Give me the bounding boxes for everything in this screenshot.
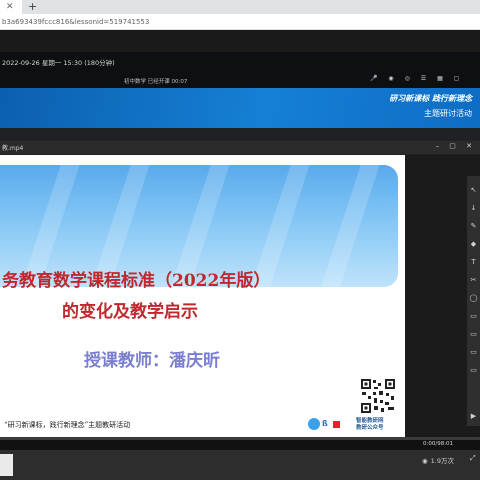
bottom-bar: ◉ 1.9万次 ⤢	[0, 450, 480, 480]
course-status: 初中数学 已经开课 00:07	[124, 79, 188, 85]
browser-tab[interactable]: ✕	[0, 0, 22, 14]
red-square-logo-icon	[333, 421, 340, 428]
pen-tool-icon[interactable]: ✎	[467, 220, 480, 232]
banner-title: 研习新课标 践行新理念	[389, 94, 472, 103]
highlighter-tool-icon[interactable]: ◆	[467, 238, 480, 250]
scissors-tool-icon[interactable]: ✂	[467, 274, 480, 286]
view-count-text: 1.9万次	[430, 457, 455, 465]
page-gap	[0, 30, 480, 52]
slide-logos: ß	[308, 418, 344, 430]
pointer-tool-icon[interactable]: ↖	[467, 184, 480, 196]
player-controls: 0:00/98:01	[0, 440, 480, 450]
browser-tab-strip: ✕ +	[0, 0, 480, 14]
board-tool-icon[interactable]: ▭	[467, 328, 480, 340]
text-tool-icon[interactable]: T	[467, 256, 480, 268]
mic-icon[interactable]: 🎤	[370, 75, 377, 82]
infobar-controls: 🎤 ◉ ◎ ☰ ▦ ▢	[370, 75, 468, 85]
circle-logo-icon	[308, 418, 320, 430]
address-bar[interactable]: b3a693439fccc816&lessonid=519741553	[0, 14, 480, 30]
circle-tool-icon[interactable]: ◯	[467, 292, 480, 304]
light-ray	[314, 165, 384, 287]
chat-icon[interactable]: ◎	[405, 75, 410, 82]
window-controls[interactable]: – ▢ ✕	[436, 142, 476, 150]
slide-footer: “研习新课标，践行新理念”主题教研活动	[4, 421, 131, 429]
video-filename: 教.mp4	[2, 145, 24, 152]
banner-subtitle: 主题研讨活动	[424, 109, 472, 118]
new-tab-button[interactable]: +	[28, 0, 37, 14]
menu-icon[interactable]: ☰	[421, 75, 426, 82]
close-tab-icon[interactable]: ✕	[6, 0, 14, 14]
expand-icon[interactable]: ⤢	[470, 454, 476, 463]
event-banner: 研习新课标 践行新理念 主题研讨活动	[0, 88, 480, 128]
download-tool-icon[interactable]: ↓	[467, 202, 480, 214]
video-title-bar: 教.mp4 – ▢ ✕	[0, 141, 480, 154]
grid-icon[interactable]: ▦	[437, 75, 443, 82]
slide-teacher: 授课教师：潘庆昕	[84, 351, 220, 371]
view-count: ◉ 1.9万次	[422, 455, 454, 465]
qr-caption-line1: 智能教研网	[356, 418, 384, 424]
slide-title-line2: 的变化及教学启示	[62, 302, 198, 322]
eye-icon: ◉	[422, 457, 428, 465]
brand-logo-text: ß	[322, 419, 328, 428]
url-text[interactable]: b3a693439fccc816&lessonid=519741553	[2, 16, 462, 28]
slide-title-line1: 务教育数学课程标准（2022年版）	[2, 271, 271, 291]
qr-caption: 智能教研网 教研公众号	[356, 418, 384, 432]
qr-code-icon	[360, 378, 396, 414]
rectangle-tool-icon[interactable]: ▭	[467, 310, 480, 322]
screen-tool-icon[interactable]: ▭	[467, 346, 480, 358]
qr-caption-line2: 教研公众号	[356, 425, 384, 431]
class-info-bar: 2022-09-26 星期一 15:30 (180分钟) 初中数学 已经开课 0…	[0, 52, 480, 88]
panel-toggle-button[interactable]	[0, 454, 13, 476]
play-tool-icon[interactable]: ▶	[467, 410, 480, 422]
window-icon[interactable]: ▢	[454, 75, 460, 82]
volume-icon[interactable]: ◉	[388, 75, 393, 82]
window-tool-icon[interactable]: ▭	[467, 364, 480, 376]
presentation-slide	[0, 155, 405, 437]
video-timecode: 0:00/98:01	[423, 441, 454, 447]
class-datetime: 2022-09-26 星期一 15:30 (180分钟)	[2, 59, 115, 67]
